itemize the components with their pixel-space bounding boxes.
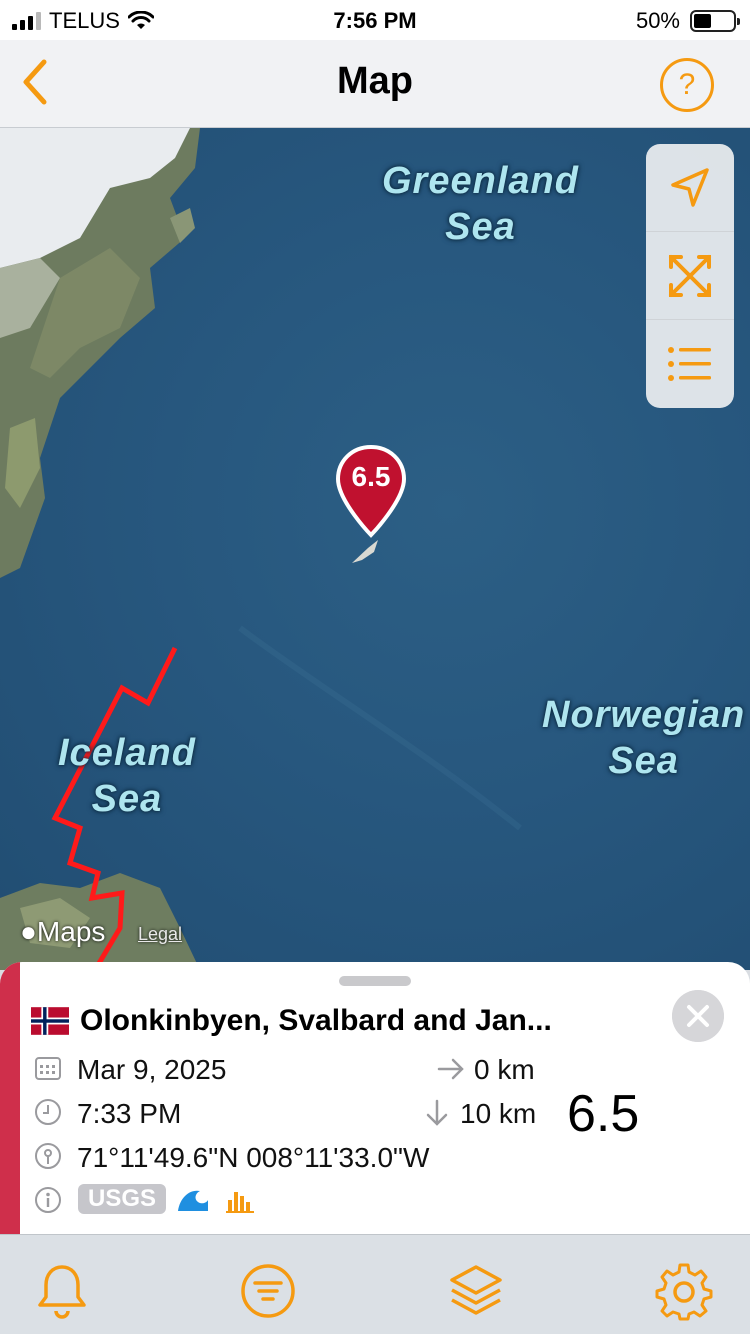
calendar-icon — [35, 1057, 61, 1080]
locate-button[interactable] — [646, 144, 734, 232]
location-arrow-icon — [671, 167, 709, 207]
greenland-sea-label: Greenland Sea — [382, 160, 579, 248]
earthquake-pin[interactable]: 6.5 — [334, 443, 408, 539]
page-title: Map — [337, 60, 413, 102]
help-button[interactable]: ? — [660, 58, 714, 112]
source-badge[interactable]: USGS — [78, 1184, 166, 1214]
chart-bars-icon[interactable] — [226, 1188, 256, 1214]
pin-magnitude: 6.5 — [351, 461, 391, 492]
fit-expand-icon — [669, 254, 711, 297]
fit-bounds-button[interactable] — [646, 232, 734, 320]
event-time: 7:33 PM — [77, 1098, 182, 1129]
bell-icon[interactable] — [32, 1261, 92, 1321]
norway-flag-icon — [31, 1007, 69, 1035]
maps-attribution: ●Maps — [20, 916, 105, 948]
event-magnitude: 6.5 — [567, 1085, 640, 1143]
settings-gear-icon[interactable] — [654, 1261, 714, 1321]
event-date: Mar 9, 2025 — [77, 1054, 227, 1085]
event-coordinates: 71°11'49.6"N 008°11'33.0"W — [77, 1142, 430, 1173]
info-icon — [35, 1187, 61, 1213]
norwegian-sea-label: Norwegian Sea — [542, 694, 746, 782]
close-button[interactable] — [672, 990, 724, 1042]
layers-icon[interactable] — [446, 1261, 506, 1321]
iceland-sea-label: Iceland Sea — [58, 732, 196, 820]
sheet-grabber[interactable] — [339, 976, 411, 986]
map-terrain — [0, 128, 522, 970]
map-view[interactable]: Greenland Sea Iceland Sea Norwegian Sea … — [0, 128, 750, 970]
legal-link[interactable]: Legal — [138, 924, 182, 945]
clock-icon — [35, 1099, 61, 1125]
status-bar: TELUS 7:56 PM 50% — [0, 0, 750, 40]
maps-attribution-text: Maps — [36, 916, 106, 947]
list-icon — [668, 347, 711, 381]
battery-icon — [690, 10, 740, 32]
arrow-right-icon — [437, 1058, 464, 1080]
battery-percent: 50% — [635, 8, 680, 33]
navigation-bar: Map ? — [0, 40, 750, 128]
map-controls — [646, 144, 734, 408]
event-place: Olonkinbyen, Svalbard and Jan... — [80, 1004, 552, 1037]
filter-icon[interactable] — [238, 1261, 298, 1321]
tab-bar — [0, 1234, 750, 1334]
magnitude-color-stripe — [0, 962, 20, 1234]
event-depth: 10 km — [460, 1098, 537, 1129]
event-distance: 0 km — [474, 1054, 535, 1085]
event-detail-card[interactable]: Olonkinbyen, Svalbard and Jan... Mar 9, … — [0, 962, 750, 1234]
location-pin-icon — [35, 1143, 61, 1169]
apple-logo-icon: ● — [20, 916, 37, 947]
battery-group: 50% — [635, 8, 740, 34]
arrow-down-icon — [426, 1099, 448, 1126]
list-button[interactable] — [646, 320, 734, 408]
tsunami-wave-icon[interactable] — [176, 1185, 210, 1215]
